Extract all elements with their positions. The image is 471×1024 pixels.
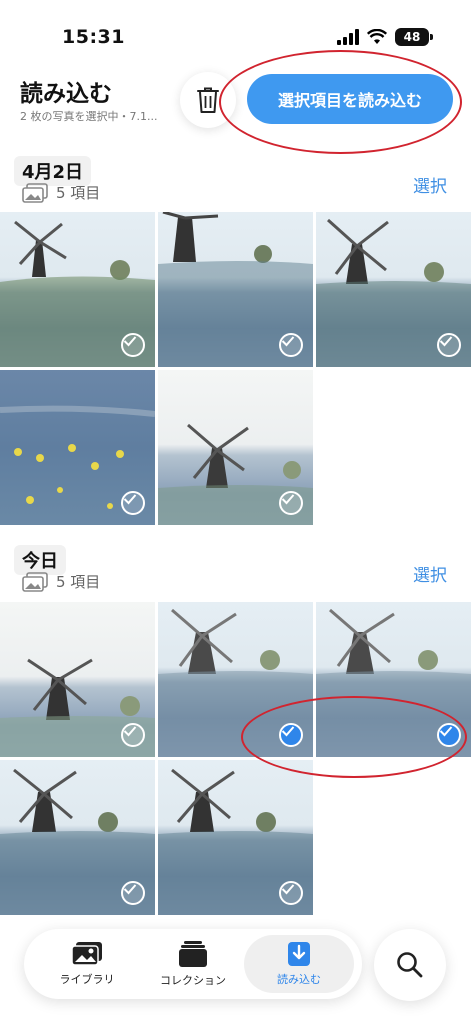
photo-thumbnail[interactable] [316,602,471,757]
search-icon [397,952,423,978]
wifi-icon [367,29,387,44]
delete-button[interactable] [180,72,236,128]
photo-thumbnail[interactable] [316,212,471,367]
select-button-2[interactable]: 選択 [413,561,447,586]
photo-thumbnail[interactable] [158,760,313,915]
selection-check-icon [121,881,145,905]
selection-check-icon [279,491,303,515]
photo-library-icon [71,942,102,966]
trash-icon [197,87,219,113]
tab-label: ライブラリ [59,973,115,986]
status-bar: 15:31 48 [0,0,471,70]
status-icons: 48 [337,28,433,46]
selection-check-icon [121,333,145,357]
photo-stack-icon [22,571,48,592]
status-time: 15:31 [62,26,125,48]
import-icon [288,942,310,966]
photo-thumbnail[interactable] [158,602,313,757]
selected-check-icon [437,723,461,747]
photo-thumbnail[interactable] [0,370,155,525]
selection-check-icon [279,881,303,905]
select-button-1[interactable]: 選択 [413,172,447,197]
selection-check-icon [279,333,303,357]
photo-stack-icon [22,182,48,203]
photo-thumbnail[interactable] [0,602,155,757]
tab-collections[interactable]: コレクション [138,935,248,993]
section-count-2: 5 項目 [22,571,100,592]
tab-library[interactable]: ライブラリ [32,935,142,993]
selection-check-icon [121,491,145,515]
import-selected-button[interactable]: 選択項目を読み込む [247,74,453,124]
battery-icon: 48 [395,28,433,46]
photo-thumbnail[interactable] [0,212,155,367]
tab-bar: ライブラリ コレクション 読み込む [24,929,362,999]
cellular-signal-icon [337,29,359,45]
selection-check-icon [437,333,461,357]
collection-stack-icon [179,941,207,967]
selected-check-icon [279,723,303,747]
tab-import[interactable]: 読み込む [244,935,354,993]
search-button[interactable] [374,929,446,1001]
photo-thumbnail[interactable] [0,760,155,915]
selection-summary: 2 枚の写真を選択中・7.1... [20,110,158,123]
tab-label: コレクション [160,974,226,987]
selection-check-icon [121,723,145,747]
section-count-label: 5 項目 [56,573,101,591]
page-title: 読み込む [20,81,112,107]
photo-thumbnail[interactable] [158,212,313,367]
section-count-label: 5 項目 [56,184,101,202]
section-count-1: 5 項目 [22,182,100,203]
photo-thumbnail[interactable] [158,370,313,525]
tab-label: 読み込む [277,973,321,986]
